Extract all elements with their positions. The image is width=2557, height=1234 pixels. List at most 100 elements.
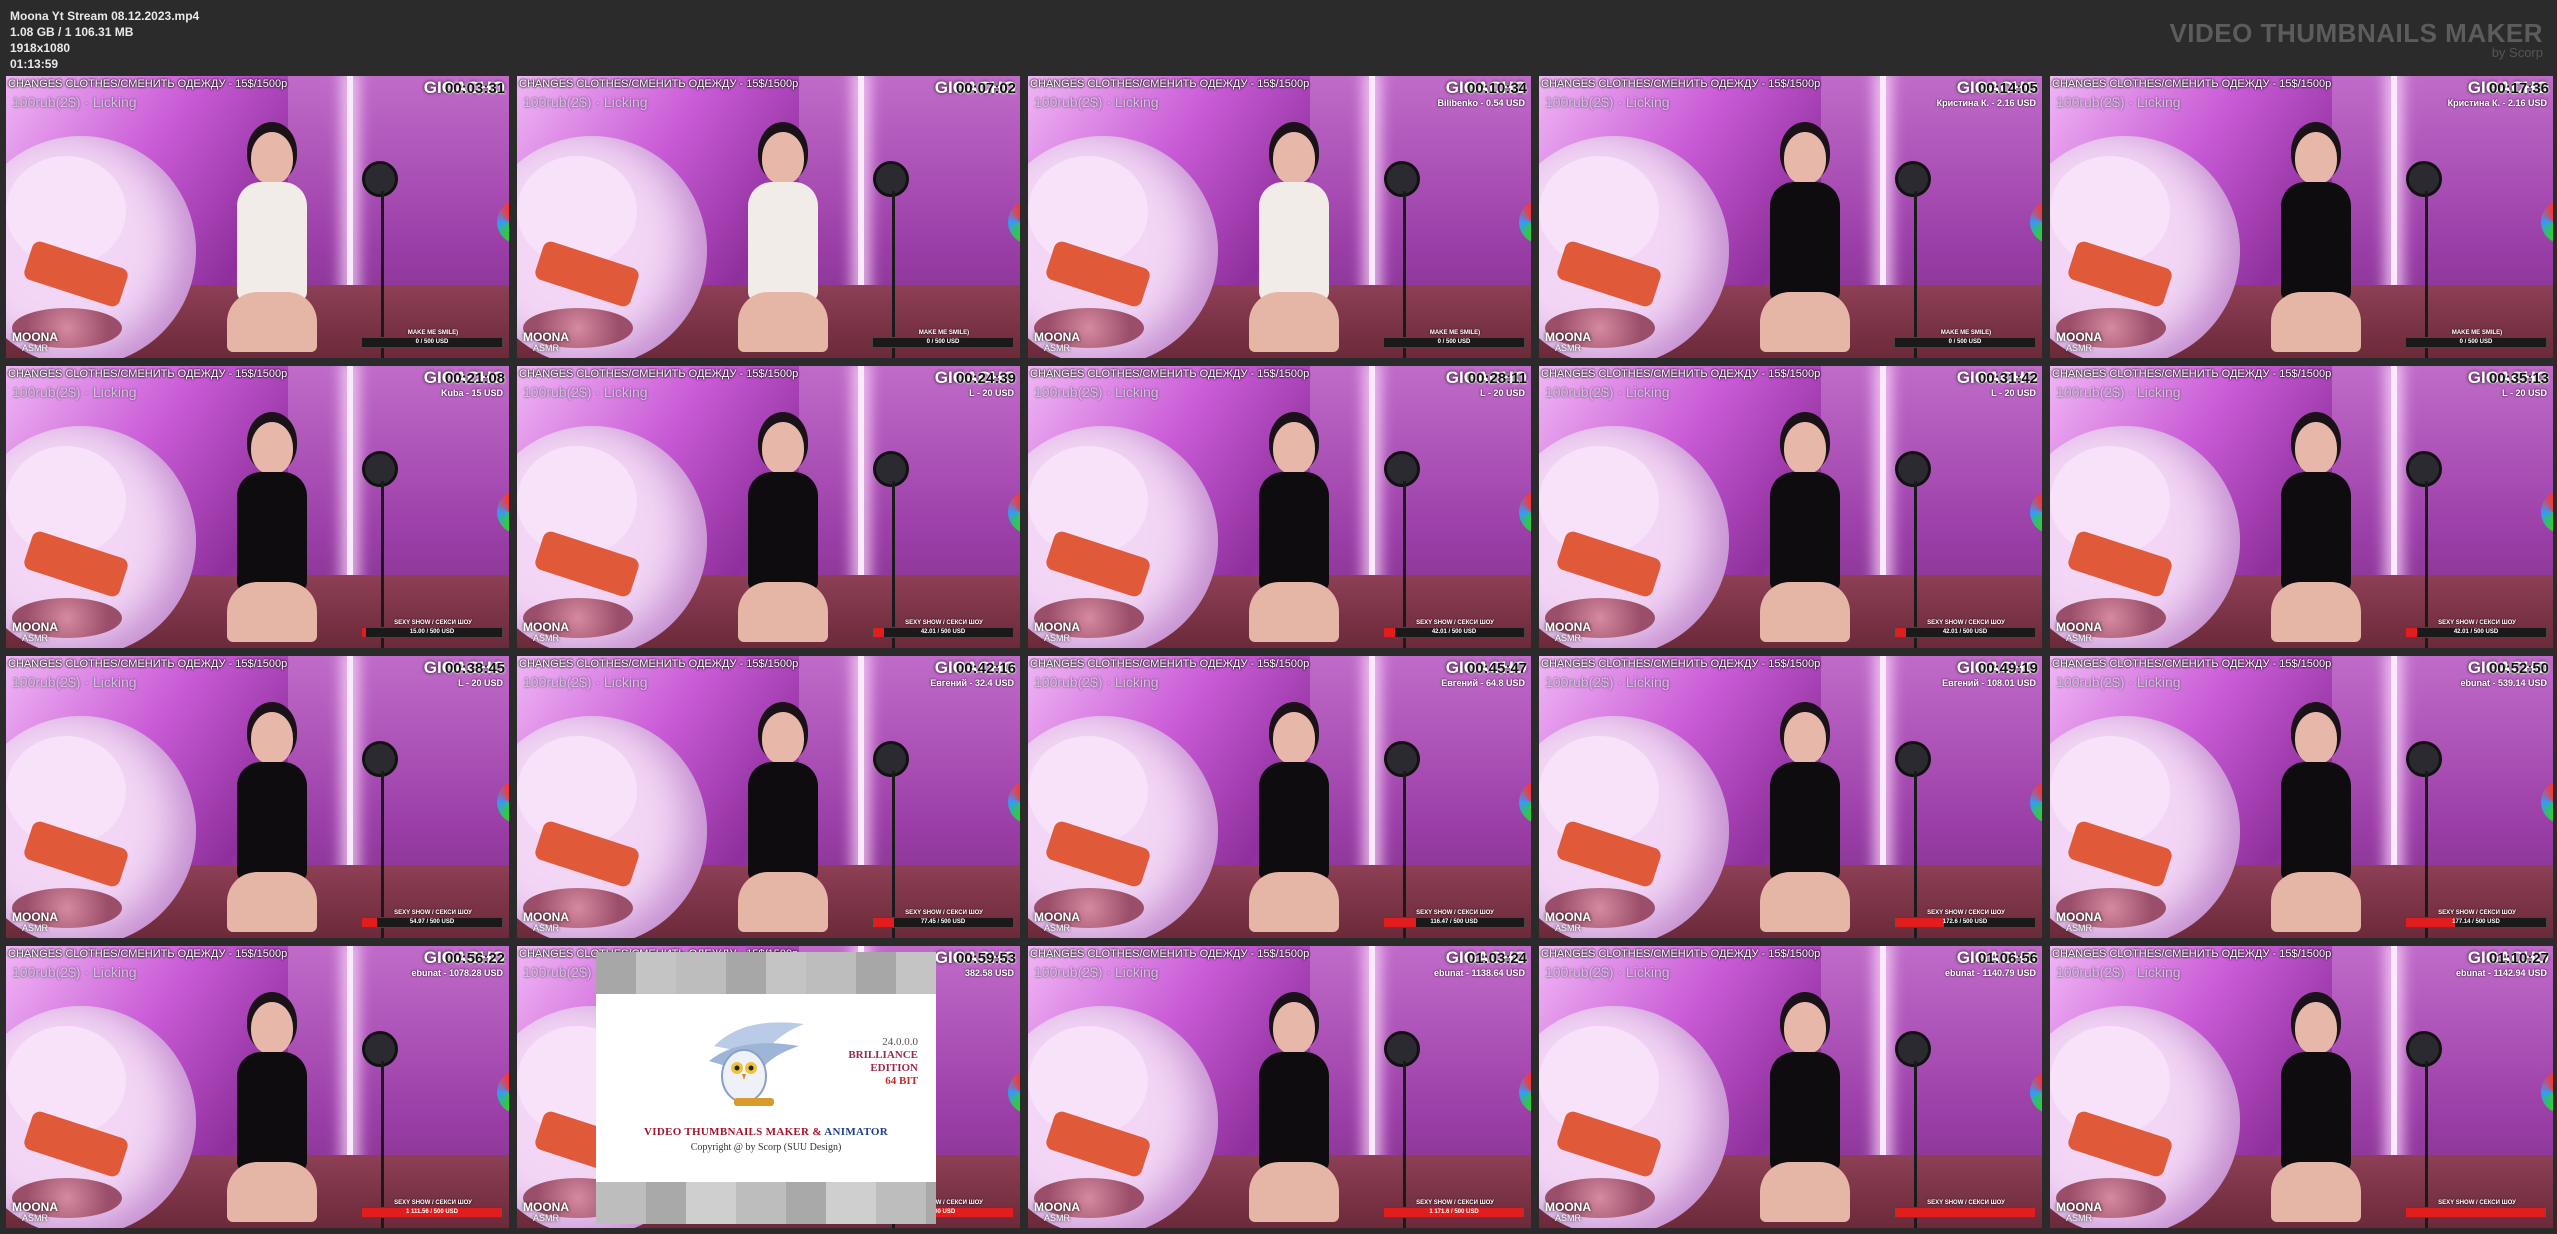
thumbnail-timestamp: 01:06:56 xyxy=(1977,950,2038,967)
microphone-icon xyxy=(362,160,399,197)
video-thumbnail[interactable]: CHANGES CLOTHES/СМЕНИТЬ ОДЕЖДУ - 15$/150… xyxy=(6,656,509,938)
overlay-goal-progress: 0 / 500 USD xyxy=(361,337,503,348)
file-name: Moona Yt Stream 08.12.2023.mp4 xyxy=(10,9,200,23)
streamer-outfit xyxy=(2281,1052,2352,1173)
overlay-price-text: 100rub(2$) · Licking xyxy=(2056,964,2181,980)
brand-subtitle: by Scorp xyxy=(2491,45,2543,60)
video-thumbnail[interactable]: CHANGES CLOTHES/СМЕНИТЬ ОДЕЖДУ - 15$/150… xyxy=(6,366,509,648)
overlay-price-text: 100rub(2$) · Licking xyxy=(12,384,137,400)
logo-name: MOONA xyxy=(1545,620,1591,634)
streamer-head xyxy=(1784,132,1827,185)
overlay-price-text: 100rub(2$) · Licking xyxy=(12,674,137,690)
video-thumbnail[interactable]: CHANGES CLOTHES/СМЕНИТЬ ОДЕЖДУ - 15$/150… xyxy=(517,656,1020,938)
watermark-brand: VIDEO THUMBNAILS MAKER by Scorp xyxy=(2169,20,2543,60)
overlay-last-donor: Bilibenko - 0.54 USD xyxy=(1437,98,1525,108)
streamer-figure xyxy=(227,1002,318,1228)
overlay-goal-value: 177.14 / 500 USD xyxy=(2452,919,2500,925)
streamer-head xyxy=(2295,712,2338,765)
about-panel: 24.0.0.0 BRILLIANCE EDITION 64 BIT VIDEO… xyxy=(596,994,936,1182)
microphone-icon xyxy=(2406,450,2443,487)
overlay-goal-value: 172.6 / 500 USD xyxy=(1942,919,1988,925)
overlay-goal-fill xyxy=(1895,1208,2035,1217)
logo-sub: ASMR xyxy=(1555,343,1582,353)
thumbnail-timestamp: 01:10:27 xyxy=(2488,950,2549,967)
video-thumbnail[interactable]: CHANGES CLOTHES/СМЕНИТЬ ОДЕЖДУ - 15$/150… xyxy=(1028,946,1531,1228)
video-thumbnail[interactable]: CHANGES CLOTHES/СМЕНИТЬ ОДЕЖДУ - 15$/150… xyxy=(1028,366,1531,648)
overlay-price-text: 100rub(2$) · Licking xyxy=(1034,384,1159,400)
overlay-goal-label: SEXY SHOW / СЕКСИ ШОУ xyxy=(905,620,983,626)
overlay-goal-label: SEXY SHOW / СЕКСИ ШОУ xyxy=(1416,620,1494,626)
logo-sub: ASMR xyxy=(2066,1213,2093,1223)
overlay-price-text: 100rub(2$) · Licking xyxy=(2056,94,2181,110)
video-thumbnail[interactable]: CHANGES CLOTHES/СМЕНИТЬ ОДЕЖДУ - 15$/150… xyxy=(1028,656,1531,938)
thumbnail-timestamp: 00:24:39 xyxy=(955,370,1016,387)
thumbnail-timestamp: 00:49:19 xyxy=(1977,660,2038,677)
video-thumbnail[interactable]: CHANGES CLOTHES/СМЕНИТЬ ОДЕЖДУ - 15$/150… xyxy=(2050,656,2553,938)
video-thumbnail[interactable]: CHANGES CLOTHES/СМЕНИТЬ ОДЕЖДУ - 15$/150… xyxy=(6,946,509,1228)
video-thumbnail[interactable]: CHANGES CLOTHES/СМЕНИТЬ ОДЕЖДУ - 15$/150… xyxy=(1028,76,1531,358)
overlay-goal-progress: 177.14 / 500 USD xyxy=(2405,917,2547,928)
moona-logo: MOONA ASMR xyxy=(1034,1201,1080,1224)
overlay-last-donor: 382.58 USD xyxy=(964,968,1014,978)
thumbnail-timestamp: 00:35:13 xyxy=(2488,370,2549,387)
microphone-icon xyxy=(1384,450,1421,487)
streamer-figure xyxy=(227,422,318,648)
overlay-goal-label: MAKE ME SMILE) xyxy=(407,330,459,336)
video-thumbnail[interactable]: CHANGES CLOTHES/СМЕНИТЬ ОДЕЖДУ - 15$/150… xyxy=(1539,656,2042,938)
overlay-goal-label: SEXY SHOW / СЕКСИ ШОУ xyxy=(1416,1200,1494,1206)
overlay-menu-text: CHANGES CLOTHES/СМЕНИТЬ ОДЕЖДУ - 15$/150… xyxy=(2052,78,2332,90)
logo-sub: ASMR xyxy=(22,633,49,643)
video-thumbnail[interactable]: CHANGES CLOTHES/СМЕНИТЬ ОДЕЖДУ - 15$/150… xyxy=(1539,946,2042,1228)
logo-sub: ASMR xyxy=(533,923,560,933)
overlay-goal-progress: 77.45 / 500 USD xyxy=(872,917,1014,928)
thumbnail-timestamp: 00:03:31 xyxy=(444,80,505,97)
overlay-menu-text: CHANGES CLOTHES/СМЕНИТЬ ОДЕЖДУ - 15$/150… xyxy=(1541,368,1821,380)
overlay-menu-text: CHANGES CLOTHES/СМЕНИТЬ ОДЕЖДУ - 15$/150… xyxy=(519,658,799,670)
overlay-goal-progress xyxy=(1894,1207,2036,1218)
overlay-price-text: 100rub(2$) · Licking xyxy=(1545,964,1670,980)
streamer-legs xyxy=(1760,872,1851,933)
moona-logo: MOONA ASMR xyxy=(1545,331,1591,354)
overlay-goal-progress: 116.47 / 500 USD xyxy=(1383,917,1525,928)
overlay-price-text: 100rub(2$) · Licking xyxy=(523,94,648,110)
streamer-outfit xyxy=(2281,182,2352,303)
video-thumbnail[interactable]: CHANGES CLOTHES/СМЕНИТЬ ОДЕЖДУ - 15$/150… xyxy=(517,366,1020,648)
logo-sub: ASMR xyxy=(1044,923,1071,933)
thumbnail-timestamp: 00:28:11 xyxy=(1467,370,1527,387)
logo-sub: ASMR xyxy=(22,343,49,353)
overlay-goal-label: SEXY SHOW / СЕКСИ ШОУ xyxy=(394,910,472,916)
overlay-menu-text: CHANGES CLOTHES/СМЕНИТЬ ОДЕЖДУ - 15$/150… xyxy=(8,368,288,380)
video-thumbnail[interactable]: CHANGES CLOTHES/СМЕНИТЬ ОДЕЖДУ - 15$/150… xyxy=(1539,366,2042,648)
overlay-menu-text: CHANGES CLOTHES/СМЕНИТЬ ОДЕЖДУ - 15$/150… xyxy=(8,658,288,670)
overlay-goal-progress: 15.00 / 500 USD xyxy=(361,627,503,638)
overlay-menu-text: CHANGES CLOTHES/СМЕНИТЬ ОДЕЖДУ - 15$/150… xyxy=(1541,78,1821,90)
overlay-goal-label: MAKE ME SMILE) xyxy=(1940,330,1992,336)
video-thumbnail[interactable]: CHANGES CLOTHES/СМЕНИТЬ ОДЕЖДУ - 15$/150… xyxy=(2050,76,2553,358)
overlay-goal-progress xyxy=(2405,1207,2547,1218)
overlay-menu-text: CHANGES CLOTHES/СМЕНИТЬ ОДЕЖДУ - 15$/150… xyxy=(519,368,799,380)
overlay-price-text: 100rub(2$) · Licking xyxy=(1545,384,1670,400)
streamer-head xyxy=(2295,422,2338,475)
logo-sub: ASMR xyxy=(2066,633,2093,643)
thumbnail-grid: CHANGES CLOTHES/СМЕНИТЬ ОДЕЖДУ - 15$/150… xyxy=(6,76,2553,1228)
streamer-outfit xyxy=(237,1052,308,1173)
thumbnail-timestamp: 00:59:53 xyxy=(955,950,1016,967)
about-dialog[interactable]: 24.0.0.0 BRILLIANCE EDITION 64 BIT VIDEO… xyxy=(596,952,936,1224)
logo-sub: ASMR xyxy=(1555,633,1582,643)
moona-logo: MOONA ASMR xyxy=(12,621,58,644)
video-thumbnail[interactable]: CHANGES CLOTHES/СМЕНИТЬ ОДЕЖДУ - 15$/150… xyxy=(1539,76,2042,358)
logo-name: MOONA xyxy=(1545,910,1591,924)
thumbnail-timestamp: 00:42:16 xyxy=(955,660,1016,677)
overlay-goal-label: SEXY SHOW / СЕКСИ ШОУ xyxy=(2438,910,2516,916)
overlay-price-text: 100rub(2$) · Licking xyxy=(12,964,137,980)
moona-logo: MOONA ASMR xyxy=(523,621,569,644)
streamer-figure xyxy=(227,132,318,358)
streamer-legs xyxy=(1760,292,1851,353)
overlay-goal-value: 1 171.6 / 500 USD xyxy=(1429,1209,1479,1215)
logo-sub: ASMR xyxy=(1555,923,1582,933)
video-thumbnail[interactable]: CHANGES CLOTHES/СМЕНИТЬ ОДЕЖДУ - 15$/150… xyxy=(6,76,509,358)
logo-name: MOONA xyxy=(523,1200,569,1214)
video-thumbnail[interactable]: CHANGES CLOTHES/СМЕНИТЬ ОДЕЖДУ - 15$/150… xyxy=(2050,946,2553,1228)
video-thumbnail[interactable]: CHANGES CLOTHES/СМЕНИТЬ ОДЕЖДУ - 15$/150… xyxy=(517,76,1020,358)
video-thumbnail[interactable]: CHANGES CLOTHES/СМЕНИТЬ ОДЕЖДУ - 15$/150… xyxy=(2050,366,2553,648)
